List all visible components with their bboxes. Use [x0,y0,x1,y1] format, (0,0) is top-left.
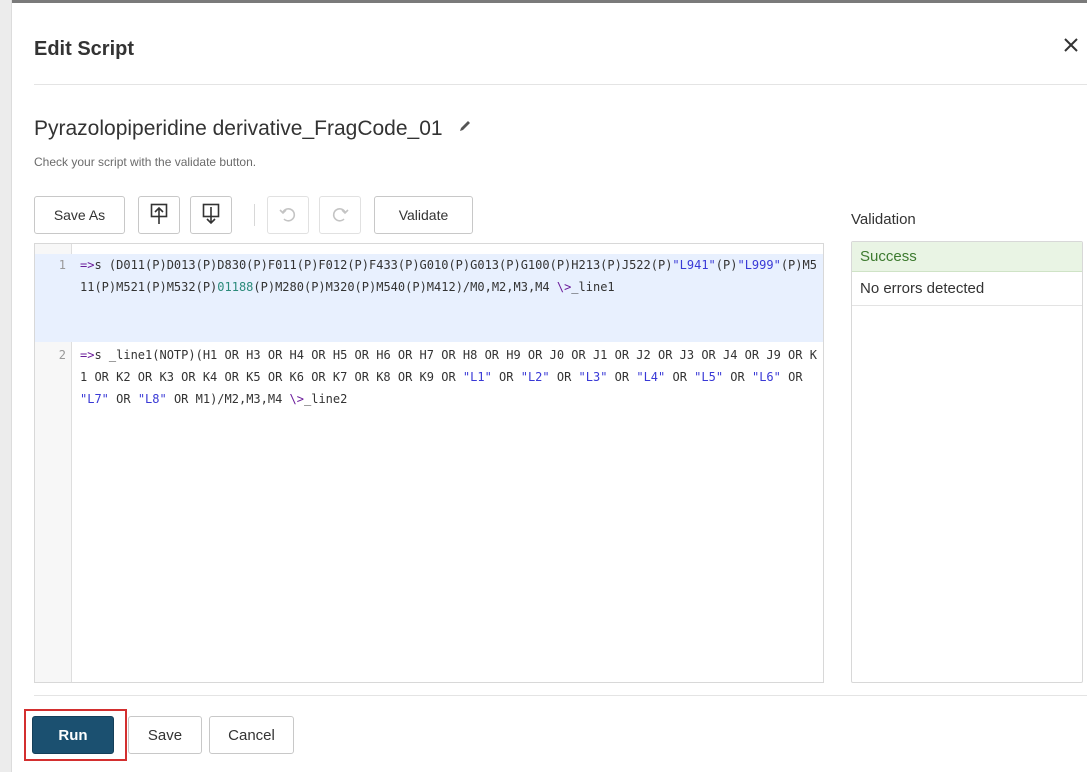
code-line[interactable]: 1 =>s (D011(P)D013(P)D830(P)F011(P)F012(… [35,254,823,342]
dialog-title: Edit Script [34,38,135,60]
code-line[interactable]: 2 =>s _line1(NOTP)(H1 OR H3 OR H4 OR H5 … [35,344,823,410]
script-name: Pyrazolopiperidine derivative_FragCode_0… [34,117,472,141]
script-name-text: Pyrazolopiperidine derivative_FragCode_0… [34,117,443,140]
close-icon[interactable] [1063,33,1087,57]
footer-divider [34,695,1087,696]
download-button[interactable] [190,196,232,234]
toolbar-separator [254,204,255,226]
save-button[interactable]: Save [128,716,202,754]
cancel-button[interactable]: Cancel [209,716,294,754]
redo-button[interactable] [319,196,361,234]
redo-icon [331,205,349,226]
background-edge [0,0,12,772]
validate-hint: Check your script with the validate butt… [34,155,257,169]
validation-title: Validation [851,211,916,228]
validation-message: No errors detected [852,272,1082,306]
line-number: 2 [58,348,66,362]
upload-icon [150,203,168,228]
validation-panel: Success No errors detected [851,241,1083,683]
save-as-button[interactable]: Save As [34,196,125,234]
validation-status: Success [852,242,1082,272]
validate-button[interactable]: Validate [374,196,473,234]
edit-script-dialog: Edit Script Pyrazolopiperidine derivativ… [12,3,1087,772]
code-text[interactable]: =>s _line1(NOTP)(H1 OR H3 OR H4 OR H5 OR… [80,344,817,410]
undo-button[interactable] [267,196,309,234]
pencil-icon[interactable] [458,119,472,137]
upload-button[interactable] [138,196,180,234]
line-number: 1 [58,258,66,272]
code-text[interactable]: =>s (D011(P)D013(P)D830(P)F011(P)F012(P)… [80,254,817,298]
undo-icon [279,205,297,226]
header-divider [34,84,1087,85]
script-editor[interactable]: 1 =>s (D011(P)D013(P)D830(P)F011(P)F012(… [34,243,824,683]
download-icon [202,203,220,228]
run-button[interactable]: Run [32,716,114,754]
